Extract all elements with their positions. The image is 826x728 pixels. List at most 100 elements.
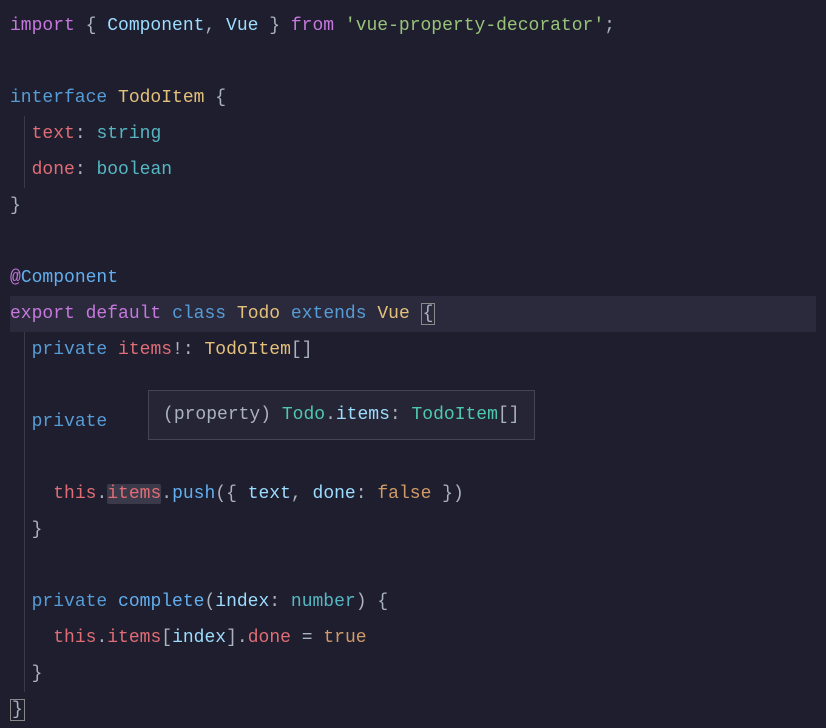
brace-matched: } xyxy=(10,699,25,721)
colon: : xyxy=(75,160,97,180)
string-literal: 'vue-property-decorator' xyxy=(345,16,604,36)
decorator-at: @ xyxy=(10,268,21,288)
space xyxy=(107,592,118,612)
code-line: this.items.push({ text, done: false }) xyxy=(10,476,816,512)
identifier: Vue xyxy=(226,16,258,36)
code-line: @Component xyxy=(10,260,816,296)
space xyxy=(334,16,345,36)
indent xyxy=(10,484,53,504)
colon: : xyxy=(75,124,97,144)
brace: { xyxy=(215,88,226,108)
code-line-blank xyxy=(10,224,816,260)
variable: index xyxy=(172,628,226,648)
tooltip-brackets: [] xyxy=(498,405,520,425)
bracket: [ xyxy=(161,628,172,648)
indent xyxy=(10,520,32,540)
hover-tooltip: (property) Todo.items: TodoItem[] xyxy=(148,390,535,440)
brace: { xyxy=(75,16,107,36)
tooltip-paren: ) xyxy=(260,405,282,425)
brace: { xyxy=(377,592,388,612)
property-name: items xyxy=(107,628,161,648)
code-line-blank xyxy=(10,44,816,80)
space xyxy=(410,304,421,324)
dot: . xyxy=(237,628,248,648)
indent xyxy=(10,412,32,432)
indent xyxy=(10,592,32,612)
brace: } xyxy=(32,664,43,684)
code-line: } xyxy=(10,656,816,692)
tooltip-label: property xyxy=(174,405,260,425)
dot: . xyxy=(96,628,107,648)
property-name: done xyxy=(32,160,75,180)
type-primitive: boolean xyxy=(96,160,172,180)
code-line-blank xyxy=(10,548,816,584)
keyword-interface: interface xyxy=(10,88,107,108)
indent xyxy=(10,340,32,360)
code-line: } xyxy=(10,692,816,728)
code-line: text: string xyxy=(10,116,816,152)
brackets: [] xyxy=(291,340,313,360)
space xyxy=(75,304,86,324)
paren: ) xyxy=(356,592,378,612)
code-line: } xyxy=(10,188,816,224)
tooltip-colon: : xyxy=(390,405,412,425)
property-name: done xyxy=(248,628,291,648)
class-name: Todo xyxy=(237,304,280,324)
type-name: TodoItem xyxy=(204,340,290,360)
paren: ( xyxy=(204,592,215,612)
keyword-from: from xyxy=(291,16,334,36)
boolean-literal: false xyxy=(377,484,431,504)
code-line: private items!: TodoItem[] xyxy=(10,332,816,368)
brace-cursor: { xyxy=(421,303,436,325)
property-name: text xyxy=(32,124,75,144)
paren: ({ xyxy=(215,484,247,504)
colon: : xyxy=(269,592,291,612)
space xyxy=(280,304,291,324)
comma: , xyxy=(204,16,226,36)
type-primitive: string xyxy=(96,124,161,144)
indent xyxy=(10,124,32,144)
space xyxy=(226,304,237,324)
semicolon: ; xyxy=(604,16,615,36)
tooltip-prop: items xyxy=(336,405,390,425)
property-name-highlighted: items xyxy=(107,484,161,504)
argument: done xyxy=(313,484,356,504)
bang: ! xyxy=(172,340,183,360)
colon: : xyxy=(183,340,205,360)
dot: . xyxy=(161,484,172,504)
keyword-private: private xyxy=(32,412,108,432)
indent xyxy=(10,628,53,648)
tooltip-paren: ( xyxy=(163,405,174,425)
keyword-import: import xyxy=(10,16,75,36)
type-primitive: number xyxy=(291,592,356,612)
tooltip-class: Todo xyxy=(282,405,325,425)
code-line: interface TodoItem { xyxy=(10,80,816,116)
dot: . xyxy=(96,484,107,504)
space xyxy=(107,88,118,108)
property-name: items xyxy=(118,340,172,360)
keyword-this: this xyxy=(53,484,96,504)
argument: text xyxy=(248,484,291,504)
paren: }) xyxy=(431,484,463,504)
code-line: } xyxy=(10,512,816,548)
code-line: this.items[index].done = true xyxy=(10,620,816,656)
base-class: Vue xyxy=(377,304,409,324)
code-editor[interactable]: import { Component, Vue } from 'vue-prop… xyxy=(10,8,816,728)
boolean-literal: true xyxy=(323,628,366,648)
equals: = xyxy=(291,628,323,648)
bracket: ] xyxy=(226,628,237,648)
keyword-extends: extends xyxy=(291,304,367,324)
keyword-private: private xyxy=(32,592,108,612)
code-line: done: boolean xyxy=(10,152,816,188)
keyword-export: export xyxy=(10,304,75,324)
brace: } xyxy=(32,520,43,540)
space xyxy=(204,88,215,108)
indent xyxy=(10,664,32,684)
parameter: index xyxy=(215,592,269,612)
brace: } xyxy=(258,16,290,36)
comma: , xyxy=(291,484,313,504)
method-name: complete xyxy=(118,592,204,612)
colon: : xyxy=(356,484,378,504)
brace: } xyxy=(10,196,21,216)
keyword-this: this xyxy=(53,628,96,648)
